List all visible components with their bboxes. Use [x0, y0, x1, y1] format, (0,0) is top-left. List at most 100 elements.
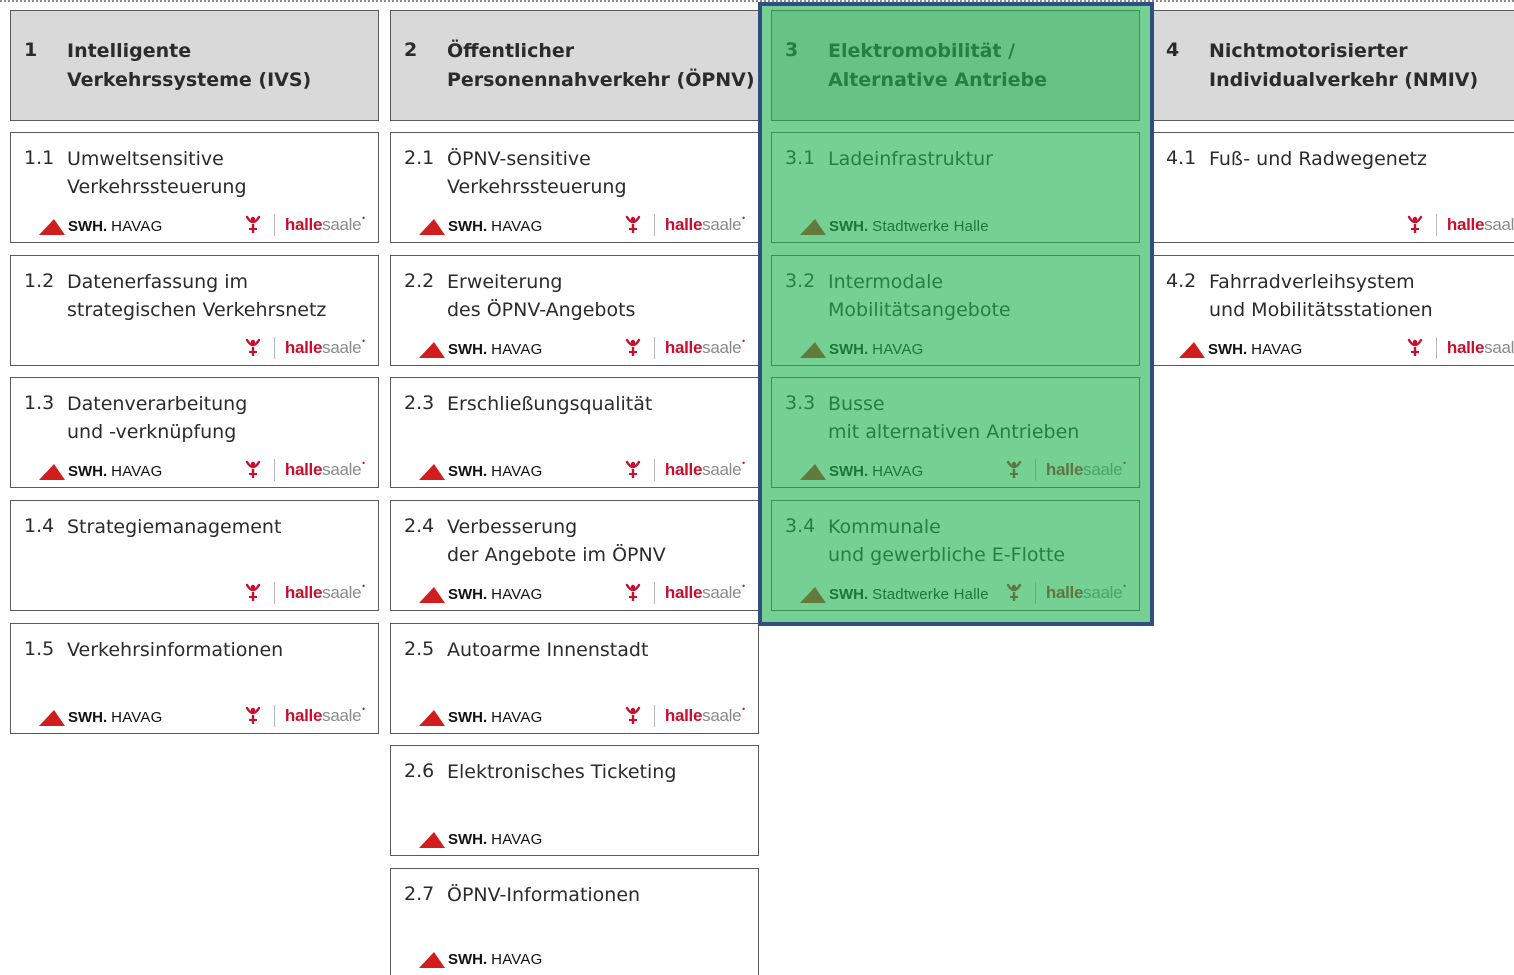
city-crest-icon: [245, 460, 261, 478]
measure-box-2-1: 2.1 ÖPNV-sensitive Verkehrssteuerung SWH. H…: [390, 132, 759, 243]
measure-title: Strategiemanagement: [67, 516, 282, 538]
city-crest-icon: [1006, 583, 1022, 601]
hallesaale-text-halle: halle: [1446, 338, 1485, 357]
measure-box-3-2: 3.2 Intermodale Mobilitätsangebote SWH. HAV…: [771, 255, 1140, 366]
hallesaale-logo: hallesaale•: [244, 458, 366, 482]
column-title: Elektromobilität / Alternative Antriebe: [828, 40, 1047, 91]
city-crest-icon: [625, 583, 641, 601]
column-header-3: 3 Elektromobilität / Alternative Antriebe: [771, 10, 1140, 121]
measure-title: Datenverarbeitung und -verknüpfung: [67, 393, 248, 443]
swh-name: HAVAG: [491, 217, 543, 235]
measure-number: 1.4: [24, 515, 55, 537]
measure-box-2-5: 2.5 Autoarme Innenstadt SWH. HAVAG halle saal…: [390, 623, 759, 734]
swh-triangle-icon: [39, 710, 65, 726]
swh-brand: SWH.: [448, 217, 488, 235]
swh-name: HAVAG: [491, 462, 543, 480]
swh-brand: SWH.: [68, 708, 108, 726]
column-number: 2: [404, 39, 418, 61]
logo-separator: [653, 214, 655, 236]
hallesaale-logo: hallesaale•: [1005, 581, 1127, 605]
logo-separator: [1034, 582, 1036, 604]
measure-title: Verkehrsinformationen: [67, 639, 284, 661]
swh-logo: SWH. HAVAG: [800, 339, 923, 359]
swh-name: HAVAG: [111, 708, 163, 726]
column-title: Nichtmotorisierter Individualverkehr (NM…: [1209, 40, 1479, 91]
city-crest-icon: [625, 706, 641, 724]
swh-logo: SWH. Stadtwerke Halle: [800, 216, 989, 236]
measure-title: Intermodale Mobilitätsangebote: [828, 271, 1011, 321]
swh-logo: SWH. HAVAG: [419, 707, 542, 727]
city-crest-icon: [625, 215, 641, 233]
swh-triangle-icon: [800, 587, 826, 603]
measure-title: Ladeinfrastruktur: [828, 148, 993, 170]
city-crest-icon: [625, 338, 641, 356]
hallesaale-dot: •: [741, 581, 746, 591]
measure-title: Autoarme Innenstadt: [447, 639, 649, 661]
column-number: 1: [24, 39, 38, 61]
measure-number: 2.7: [404, 883, 435, 905]
logo-separator: [653, 459, 655, 481]
swh-logo: SWH. HAVAG: [39, 461, 162, 481]
measure-box-3-3: 3.3 Busse mit alternativen Antrieben SWH. H…: [771, 377, 1140, 488]
hallesaale-text-halle: halle: [664, 338, 703, 357]
swh-name: HAVAG: [491, 830, 543, 848]
hallesaale-dot: •: [361, 213, 366, 223]
hallesaale-text-saale: saale: [702, 706, 742, 725]
hallesaale-text-saale: saale: [1484, 215, 1514, 234]
measure-box-2-7: 2.7 ÖPNV-Informationen SWH. HAVAG: [390, 868, 759, 975]
column-number: 4: [1166, 39, 1180, 61]
measure-box-3-4: 3.4 Kommunale und gewerbliche E-Flotte SWH…: [771, 500, 1140, 611]
measure-title: Erweiterung des ÖPNV-Angebots: [447, 271, 636, 321]
hallesaale-dot: •: [361, 458, 366, 468]
measure-title: Fuß- und Radwegenetz: [1209, 148, 1427, 170]
column-number: 3: [785, 39, 799, 61]
swh-name: Stadtwerke Halle: [872, 217, 989, 235]
hallesaale-logo: hallesaale•: [624, 336, 746, 360]
swh-logo: SWH. HAVAG: [800, 461, 923, 481]
logo-separator: [653, 337, 655, 359]
logo-separator: [273, 582, 275, 604]
hallesaale-dot: •: [741, 458, 746, 468]
measure-title: Erschließungsqualität: [447, 393, 653, 415]
hallesaale-logo: hallesaale•: [244, 336, 366, 360]
measure-number: 3.4: [785, 515, 816, 537]
swh-triangle-icon: [39, 219, 65, 235]
swh-logo: SWH. HAVAG: [419, 829, 542, 849]
swh-logo: SWH. Stadtwerke Halle: [800, 584, 989, 604]
swh-triangle-icon: [419, 832, 445, 848]
measure-box-2-2: 2.2 Erweiterung des ÖPNV-Angebots SWH. HAVA…: [390, 255, 759, 366]
column-title: Öffentlicher Personennahverkehr (ÖPNV): [447, 40, 755, 91]
city-crest-icon: [1006, 460, 1022, 478]
measure-title: Elektronisches Ticketing: [447, 761, 677, 783]
top-dotted-border: [0, 0, 1514, 2]
measure-number: 2.4: [404, 515, 435, 537]
hallesaale-logo: hallesaale•: [1406, 336, 1514, 360]
hallesaale-text-halle: halle: [284, 460, 323, 479]
hallesaale-logo: hallesaale•: [624, 458, 746, 482]
hallesaale-text-halle: halle: [1045, 583, 1084, 602]
measure-number: 4.1: [1166, 147, 1197, 169]
swh-brand: SWH.: [829, 585, 869, 603]
hallesaale-text-saale: saale: [322, 215, 362, 234]
hallesaale-text-halle: halle: [664, 215, 703, 234]
city-crest-icon: [245, 583, 261, 601]
swh-triangle-icon: [39, 464, 65, 480]
swh-logo: SWH. HAVAG: [1179, 339, 1302, 359]
swh-triangle-icon: [419, 587, 445, 603]
column-header-1: 1 Intelligente Verkehrssysteme (IVS): [10, 10, 379, 121]
measure-title: Verbesserung der Angebote im ÖPNV: [447, 516, 666, 566]
swh-logo: SWH. HAVAG: [419, 461, 542, 481]
logo-separator: [1435, 214, 1437, 236]
logo-separator: [273, 337, 275, 359]
hallesaale-text-halle: halle: [284, 583, 323, 602]
measure-title: Fahrradverleihsystem und Mobilitätsstati…: [1209, 271, 1433, 321]
measure-box-2-6: 2.6 Elektronisches Ticketing SWH. HAVAG: [390, 745, 759, 856]
measure-box-4-2: 4.2 Fahrradverleihsystem und Mobilitätsst…: [1152, 255, 1514, 366]
hallesaale-logo: hallesaale•: [244, 213, 366, 237]
hallesaale-dot: •: [361, 581, 366, 591]
measure-number: 1.2: [24, 270, 55, 292]
hallesaale-logo: hallesaale•: [1005, 458, 1127, 482]
swh-brand: SWH.: [829, 340, 869, 358]
hallesaale-dot: •: [741, 213, 746, 223]
swh-logo: SWH. HAVAG: [419, 584, 542, 604]
